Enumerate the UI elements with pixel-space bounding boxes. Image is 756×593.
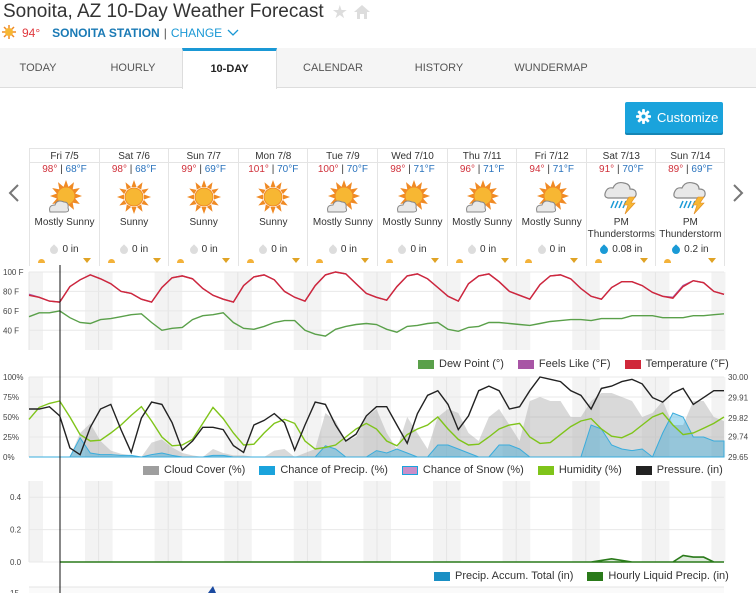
night-band: [224, 481, 239, 562]
night-band: [572, 481, 587, 562]
night-band: [29, 481, 43, 562]
y-tick-label: 0.0: [10, 558, 22, 567]
y-tick-label: 40 F: [3, 326, 19, 335]
legend-swatch-cloud-cover: [143, 465, 159, 475]
night-band: [307, 481, 322, 562]
forecast-charts: 100 F 80 F 60 F 40 F 100% 75% 50% 25% 0% 30.00 29.…: [3, 265, 749, 593]
y-tick-label-right: 29.65: [728, 453, 749, 462]
legend-hourly-precip[interactable]: Hourly Liquid Precip. (in): [608, 570, 728, 582]
legend-pressure[interactable]: Pressure. (in): [657, 464, 723, 476]
legend-feels-like[interactable]: Feels Like (°F): [539, 358, 611, 370]
night-band: [363, 481, 378, 562]
night-band: [293, 481, 308, 562]
y-tick-label-right: 29.74: [728, 432, 749, 441]
night-band: [168, 481, 183, 562]
y-tick-label-left: 100%: [3, 373, 23, 382]
legend-swatch-feels-like: [517, 359, 534, 369]
y-tick-label-right: 30.00: [728, 373, 749, 382]
night-band: [711, 481, 726, 562]
y-tick-label: 0.2: [10, 526, 22, 535]
legend-precip-accum[interactable]: Precip. Accum. Total (in): [455, 570, 573, 582]
y-tick-label-right: 29.82: [728, 414, 749, 423]
legend-swatch-pressure: [635, 465, 652, 475]
legend-swatch-temperature: [624, 359, 641, 369]
night-band: [446, 481, 461, 562]
night-band: [237, 481, 252, 562]
night-band: [85, 481, 99, 562]
y-tick-label: 15: [10, 589, 19, 593]
legend-swatch-precip-accum: [434, 571, 450, 581]
legend-swatch-chance-snow: [401, 465, 418, 475]
y-tick-label-left: 75%: [3, 393, 19, 402]
y-tick-label: 80 F: [3, 287, 19, 296]
legend-temperature[interactable]: Temperature (°F): [646, 358, 729, 370]
legend-swatch-humidity: [537, 465, 554, 475]
y-tick-label-left: 0%: [3, 453, 15, 462]
legend-humidity[interactable]: Humidity (%): [559, 464, 622, 476]
legend-swatch-chance-precip: [259, 465, 276, 475]
legend-cloud-cover[interactable]: Cloud Cover (%): [164, 464, 245, 476]
legend-humidity-chart: Cloud Cover (%) Chance of Precip. (%) Ch…: [143, 464, 723, 476]
y-tick-label-right: 29.91: [728, 394, 749, 403]
y-tick-label: 0.4: [10, 493, 22, 502]
legend-dew-point[interactable]: Dew Point (°): [439, 358, 504, 370]
night-band: [641, 481, 656, 562]
y-tick-label: 100 F: [3, 268, 24, 277]
legend-temperature-chart: Dew Point (°) Feels Like (°F) Temperatur…: [418, 358, 729, 370]
legend-chance-precip[interactable]: Chance of Precip. (%): [280, 464, 388, 476]
night-band: [502, 481, 517, 562]
legend-swatch-dew-point: [418, 359, 434, 369]
night-band: [585, 481, 600, 562]
night-band: [655, 481, 670, 562]
night-band: [516, 481, 531, 562]
legend-precip-chart: Precip. Accum. Total (in) Hourly Liquid …: [434, 570, 729, 582]
night-band: [154, 481, 169, 562]
y-tick-label: 60 F: [3, 307, 19, 316]
legend-chance-snow[interactable]: Chance of Snow (%): [423, 464, 524, 476]
night-band: [377, 481, 391, 562]
night-band: [98, 481, 113, 562]
legend-swatch-hourly-precip: [587, 571, 604, 581]
night-band: [433, 481, 447, 562]
wind-chart-background: [29, 587, 724, 593]
y-tick-label-left: 50%: [3, 413, 19, 422]
y-tick-label-left: 25%: [3, 433, 19, 442]
